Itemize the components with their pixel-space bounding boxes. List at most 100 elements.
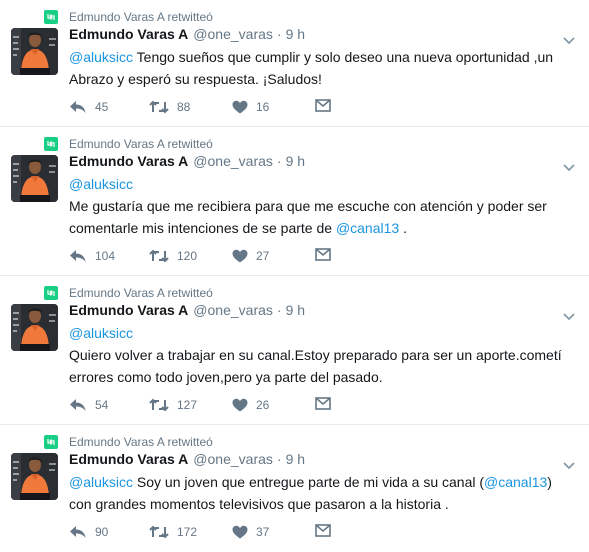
username[interactable]: @one_varas [193, 153, 273, 169]
tweet-header: Edmundo Varas A @one_varas · 9 h [69, 302, 305, 318]
reply-count: 45 [95, 100, 109, 114]
like-button[interactable]: 27 [232, 249, 315, 263]
reply-icon [69, 249, 87, 263]
retweet-icon [149, 100, 169, 114]
tweet-header: Edmundo Varas A @one_varas · 9 h [69, 26, 305, 42]
tweet[interactable]: Edmundo Varas A retwitteó Edmundo Varas … [0, 0, 589, 127]
display-name[interactable]: Edmundo Varas A [69, 26, 188, 42]
timestamp[interactable]: 9 h [286, 302, 305, 318]
reply-icon [69, 525, 87, 539]
tweet[interactable]: Edmundo Varas A retwitteó Edmundo Varas … [0, 276, 589, 425]
tweet-feed: Edmundo Varas A retwitteó Edmundo Varas … [0, 0, 589, 552]
reply-count: 90 [95, 525, 109, 539]
chevron-down-icon[interactable] [563, 159, 575, 172]
direct-message-button[interactable] [315, 524, 331, 540]
retweet-context-label: Edmundo Varas A retwitteó [69, 286, 213, 300]
like-button[interactable]: 26 [232, 398, 315, 412]
tweet[interactable]: Edmundo Varas A retwitteó Edmundo Varas … [0, 127, 589, 276]
retweet-button[interactable]: 88 [149, 100, 232, 114]
tweet-header: Edmundo Varas A @one_varas · 9 h [69, 153, 305, 169]
like-button[interactable]: 37 [232, 525, 315, 539]
like-count: 27 [256, 249, 270, 263]
envelope-icon [315, 99, 331, 115]
avatar[interactable] [11, 155, 58, 202]
chevron-down-icon[interactable] [563, 32, 575, 45]
heart-icon [232, 398, 248, 412]
tweet-text-segment: Me gustaría que me recibiera para que me… [69, 198, 547, 236]
retweet-context[interactable]: Edmundo Varas A retwitteó [44, 9, 213, 25]
retweet-context[interactable]: Edmundo Varas A retwitteó [44, 285, 213, 301]
display-name[interactable]: Edmundo Varas A [69, 451, 188, 467]
tweet-header: Edmundo Varas A @one_varas · 9 h [69, 451, 305, 467]
reply-button[interactable]: 90 [69, 525, 149, 539]
display-name[interactable]: Edmundo Varas A [69, 153, 188, 169]
username[interactable]: @one_varas [193, 451, 273, 467]
mention-link[interactable]: @canal13 [336, 220, 399, 236]
retweet-badge-icon [44, 286, 58, 300]
reply-button[interactable]: 54 [69, 398, 149, 412]
tweet-text: @aluksicc Quiero volver a trabajar en su … [69, 322, 575, 388]
chevron-down-icon[interactable] [563, 457, 575, 470]
retweet-button[interactable]: 120 [149, 249, 232, 263]
mention-link[interactable]: @aluksicc [69, 49, 133, 65]
like-count: 26 [256, 398, 270, 412]
avatar[interactable] [11, 304, 58, 351]
mention-link[interactable]: @canal13 [484, 474, 547, 490]
avatar[interactable] [11, 453, 58, 500]
retweet-count: 120 [177, 249, 198, 263]
direct-message-button[interactable] [315, 248, 331, 264]
retweet-button[interactable]: 127 [149, 398, 232, 412]
reply-icon [69, 398, 87, 412]
retweet-badge-icon [44, 435, 58, 449]
retweet-button[interactable]: 172 [149, 525, 232, 539]
like-button[interactable]: 16 [232, 100, 315, 114]
tweet-actions: 54 127 26 [69, 397, 331, 413]
separator: · [276, 26, 282, 42]
separator: · [276, 153, 282, 169]
username[interactable]: @one_varas [193, 302, 273, 318]
direct-message-button[interactable] [315, 99, 331, 115]
retweet-count: 172 [177, 525, 198, 539]
retweet-context[interactable]: Edmundo Varas A retwitteó [44, 434, 213, 450]
envelope-icon [315, 397, 331, 413]
like-count: 37 [256, 525, 270, 539]
retweet-count: 88 [177, 100, 191, 114]
tweet-actions: 45 88 16 [69, 99, 331, 115]
retweet-count: 127 [177, 398, 198, 412]
retweet-context[interactable]: Edmundo Varas A retwitteó [44, 136, 213, 152]
chevron-down-icon[interactable] [563, 308, 575, 321]
retweet-icon [149, 525, 169, 539]
retweet-icon [149, 249, 169, 263]
tweet[interactable]: Edmundo Varas A retwitteó Edmundo Varas … [0, 425, 589, 552]
tweet-text: @aluksicc Tengo sueños que cumplir y sol… [69, 46, 575, 90]
timestamp[interactable]: 9 h [286, 26, 305, 42]
retweet-badge-icon [44, 137, 58, 151]
mention-link[interactable]: @aluksicc [69, 474, 133, 490]
mention-link[interactable]: @aluksicc [69, 176, 133, 192]
reply-button[interactable]: 45 [69, 100, 149, 114]
timestamp[interactable]: 9 h [286, 153, 305, 169]
display-name[interactable]: Edmundo Varas A [69, 302, 188, 318]
retweet-context-label: Edmundo Varas A retwitteó [69, 137, 213, 151]
tweet-actions: 104 120 27 [69, 248, 331, 264]
tweet-text-segment: Soy un joven que entregue parte de mi vi… [133, 474, 485, 490]
tweet-text: @aluksicc Soy un joven que entregue part… [69, 471, 575, 515]
retweet-icon [149, 398, 169, 412]
envelope-icon [315, 524, 331, 540]
retweet-context-label: Edmundo Varas A retwitteó [69, 435, 213, 449]
separator: · [276, 302, 282, 318]
heart-icon [232, 525, 248, 539]
reply-count: 104 [95, 249, 116, 263]
tweet-actions: 90 172 37 [69, 524, 331, 540]
like-count: 16 [256, 100, 270, 114]
direct-message-button[interactable] [315, 397, 331, 413]
retweet-badge-icon [44, 10, 58, 24]
tweet-text: @aluksicc Me gustaría que me recibiera pa… [69, 173, 575, 239]
reply-button[interactable]: 104 [69, 249, 149, 263]
avatar[interactable] [11, 28, 58, 75]
mention-link[interactable]: @aluksicc [69, 325, 133, 341]
separator: · [276, 451, 282, 467]
timestamp[interactable]: 9 h [286, 451, 305, 467]
retweet-context-label: Edmundo Varas A retwitteó [69, 10, 213, 24]
username[interactable]: @one_varas [193, 26, 273, 42]
